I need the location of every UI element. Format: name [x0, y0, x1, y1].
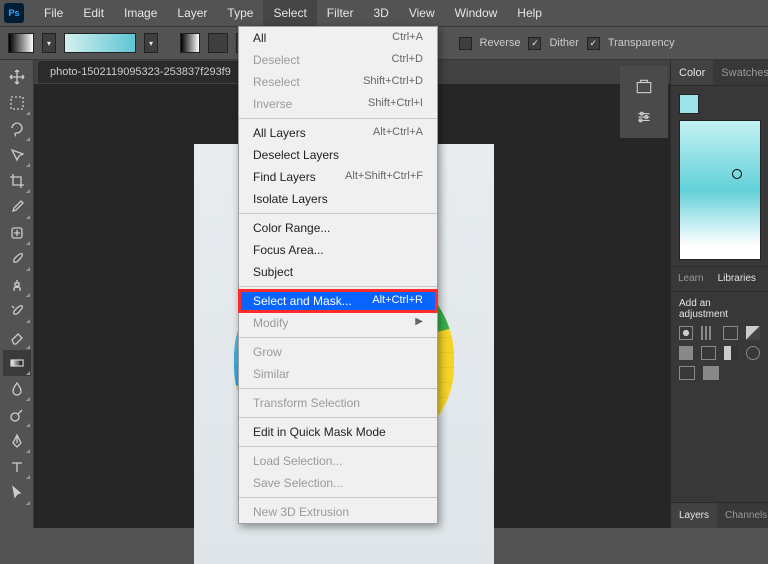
menu-separator — [239, 286, 437, 287]
menu-separator — [239, 497, 437, 498]
tool-preset-dropdown[interactable]: ▾ — [42, 33, 56, 53]
menu-view[interactable]: View — [399, 0, 445, 26]
menu-item-isolate-layers[interactable]: Isolate Layers — [239, 188, 437, 210]
gradient-preview[interactable] — [64, 33, 136, 53]
menu-layer[interactable]: Layer — [167, 0, 217, 26]
menu-file[interactable]: File — [34, 0, 73, 26]
dither-label: Dither — [549, 37, 578, 49]
eyedropper-tool[interactable] — [3, 194, 31, 220]
gradient-tool[interactable] — [3, 350, 31, 376]
menu-item-transform-selection: Transform Selection — [239, 392, 437, 414]
exposure-icon[interactable] — [746, 326, 760, 340]
menu-item-deselect-layers[interactable]: Deselect Layers — [239, 144, 437, 166]
properties-panel-icon[interactable] — [633, 106, 655, 128]
menu-item-select-and-mask[interactable]: Select and Mask...Alt+Ctrl+R — [239, 290, 437, 312]
dither-checkbox[interactable] — [528, 37, 541, 50]
menu-filter[interactable]: Filter — [317, 0, 364, 26]
tab-channels[interactable]: Channels — [717, 503, 768, 528]
menu-separator — [239, 118, 437, 119]
history-panel-icon[interactable] — [633, 76, 655, 98]
menu-help[interactable]: Help — [507, 0, 552, 26]
transparency-checkbox[interactable] — [587, 37, 600, 50]
menubar: Ps File Edit Image Layer Type Select Fil… — [0, 0, 768, 26]
menu-item-all[interactable]: AllCtrl+A — [239, 27, 437, 49]
color-panel — [671, 86, 768, 266]
brush-tool[interactable] — [3, 246, 31, 272]
foreground-color-swatch[interactable] — [679, 94, 699, 114]
menu-item-color-range[interactable]: Color Range... — [239, 217, 437, 239]
menu-3d[interactable]: 3D — [363, 0, 398, 26]
menu-select[interactable]: Select — [263, 0, 316, 26]
crop-tool[interactable] — [3, 168, 31, 194]
path-select-tool[interactable] — [3, 480, 31, 506]
menu-image[interactable]: Image — [114, 0, 167, 26]
select-menu-dropdown: AllCtrl+ADeselectCtrl+DReselectShift+Ctr… — [238, 26, 438, 524]
photo-filter-icon[interactable] — [746, 346, 760, 360]
menu-item-edit-in-quick-mask-mode[interactable]: Edit in Quick Mask Mode — [239, 421, 437, 443]
lasso-tool[interactable] — [3, 116, 31, 142]
color-picker-cursor-icon — [732, 169, 742, 179]
menu-item-grow: Grow — [239, 341, 437, 363]
type-tool[interactable] — [3, 454, 31, 480]
menu-item-save-selection: Save Selection... — [239, 472, 437, 494]
menu-separator — [239, 388, 437, 389]
color-lookup-icon[interactable] — [703, 366, 719, 380]
color-picker-field[interactable] — [679, 120, 761, 260]
gradient-linear-icon[interactable] — [180, 33, 200, 53]
eraser-tool[interactable] — [3, 324, 31, 350]
quick-select-tool[interactable] — [3, 142, 31, 168]
menu-window[interactable]: Window — [445, 0, 508, 26]
menu-separator — [239, 337, 437, 338]
menu-separator — [239, 213, 437, 214]
channel-mixer-icon[interactable] — [679, 366, 695, 380]
right-panels: Color Swatches Learn Libraries Add an ad… — [670, 60, 768, 528]
menu-item-modify: Modify▶ — [239, 312, 437, 334]
menu-item-deselect: DeselectCtrl+D — [239, 49, 437, 71]
blur-tool[interactable] — [3, 376, 31, 402]
transparency-label: Transparency — [608, 37, 675, 49]
dodge-tool[interactable] — [3, 402, 31, 428]
menu-item-reselect: ReselectShift+Ctrl+D — [239, 71, 437, 93]
hue-icon[interactable] — [701, 346, 715, 360]
menu-separator — [239, 446, 437, 447]
tab-layers[interactable]: Layers — [671, 503, 717, 528]
menu-item-inverse: InverseShift+Ctrl+I — [239, 93, 437, 115]
menu-separator — [239, 417, 437, 418]
healing-tool[interactable] — [3, 220, 31, 246]
vibrance-icon[interactable] — [679, 346, 693, 360]
gradient-radial-icon[interactable] — [208, 33, 228, 53]
tab-libraries[interactable]: Libraries — [711, 267, 763, 291]
adjustments-label: Add an adjustment — [679, 298, 760, 320]
move-tool[interactable] — [3, 64, 31, 90]
menu-item-subject[interactable]: Subject — [239, 261, 437, 283]
marquee-tool[interactable] — [3, 90, 31, 116]
app-logo: Ps — [4, 3, 24, 23]
document-tab[interactable]: photo-1502119095323-253837f293f9 — [38, 61, 243, 83]
reverse-checkbox[interactable] — [459, 37, 472, 50]
clone-tool[interactable] — [3, 272, 31, 298]
tab-swatches[interactable]: Swatches — [713, 60, 768, 85]
tab-color[interactable]: Color — [671, 60, 713, 85]
menu-item-all-layers[interactable]: All LayersAlt+Ctrl+A — [239, 122, 437, 144]
menu-item-similar: Similar — [239, 363, 437, 385]
gradient-dropdown[interactable]: ▾ — [144, 33, 158, 53]
menu-edit[interactable]: Edit — [73, 0, 114, 26]
brightness-icon[interactable] — [679, 326, 693, 340]
menu-item-find-layers[interactable]: Find LayersAlt+Shift+Ctrl+F — [239, 166, 437, 188]
history-brush-tool[interactable] — [3, 298, 31, 324]
left-toolbar — [0, 60, 34, 528]
levels-icon[interactable] — [701, 326, 715, 340]
collapsed-panel-dock — [620, 66, 668, 138]
bw-icon[interactable] — [724, 346, 738, 360]
tool-preset-swatch[interactable] — [8, 33, 34, 53]
menu-type[interactable]: Type — [217, 0, 263, 26]
reverse-label: Reverse — [480, 37, 521, 49]
menu-item-load-selection: Load Selection... — [239, 450, 437, 472]
tab-learn[interactable]: Learn — [671, 267, 711, 291]
menu-item-new-3d-extrusion: New 3D Extrusion — [239, 501, 437, 523]
curves-icon[interactable] — [723, 326, 737, 340]
menu-item-focus-area[interactable]: Focus Area... — [239, 239, 437, 261]
pen-tool[interactable] — [3, 428, 31, 454]
